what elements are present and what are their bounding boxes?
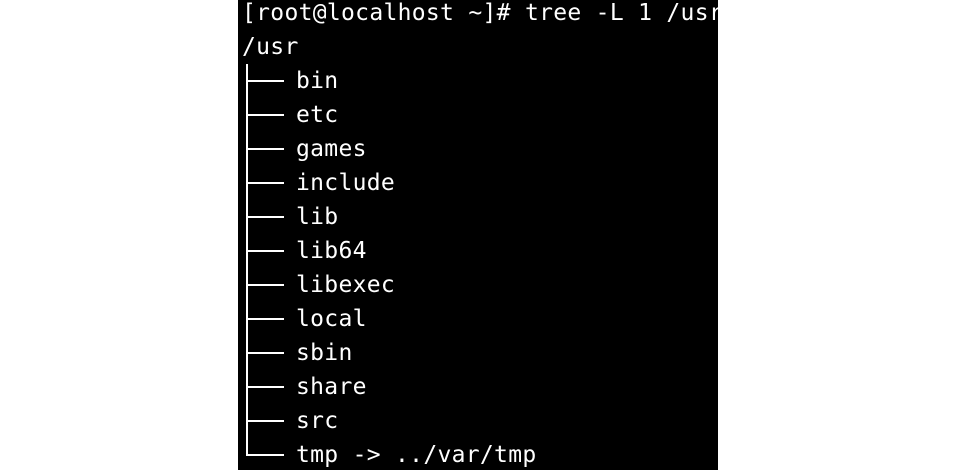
tree-entry-etc: etc — [296, 102, 339, 128]
tree-entry-include: include — [296, 170, 396, 196]
tree-branch-glyph — [246, 404, 286, 438]
tree-entry-share: share — [296, 374, 367, 400]
tree-branch-glyph — [246, 64, 286, 98]
tree-branch-glyph — [246, 336, 286, 370]
tree-entry-src: src — [296, 408, 339, 434]
tree-entry-games: games — [296, 136, 367, 162]
tree-entry-libexec: libexec — [296, 272, 396, 298]
tree-branch-glyph — [246, 132, 286, 166]
tree-branch-glyph — [246, 302, 286, 336]
tree-branch-glyph — [246, 370, 286, 404]
tree-branch-glyph — [246, 166, 286, 200]
tree-branch-glyph — [246, 98, 286, 132]
tree-root-directory: /usr — [242, 34, 299, 60]
tree-branch-glyph — [246, 200, 286, 234]
tree-entry-lib64: lib64 — [296, 238, 367, 264]
tree-branch-glyph — [246, 268, 286, 302]
tree-entry-bin: bin — [296, 68, 339, 94]
tree-entry-lib: lib — [296, 204, 339, 230]
tree-entry-local: local — [296, 306, 367, 332]
tree-entry-tmp-symlink: tmp -> ../var/tmp — [296, 442, 537, 468]
command-prompt-line: [root@localhost ~]# tree -L 1 /usr — [242, 0, 718, 26]
tree-last-branch-glyph — [246, 438, 286, 470]
tree-entry-sbin: sbin — [296, 340, 353, 366]
tree-branch-glyph — [246, 234, 286, 268]
terminal-window[interactable]: [root@localhost ~]# tree -L 1 /usr /usr … — [238, 0, 718, 470]
